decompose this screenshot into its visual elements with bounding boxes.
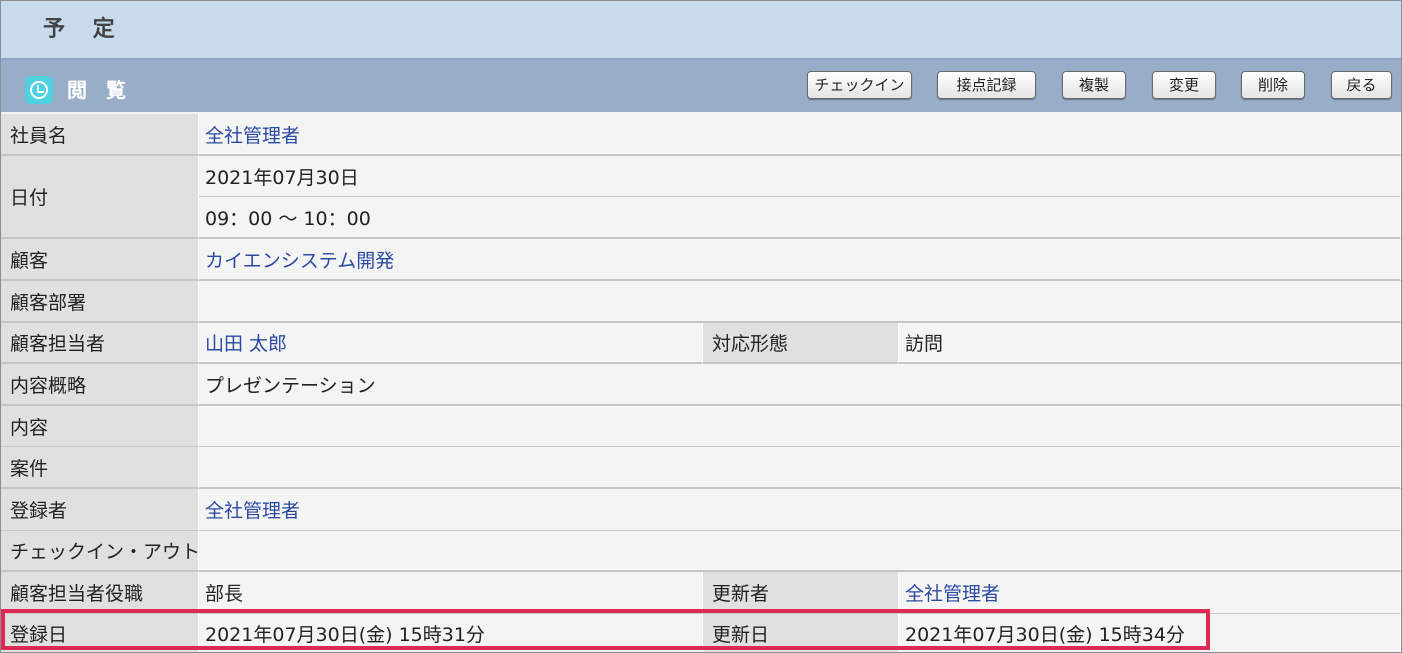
customer-contact-link[interactable]: 山田 太郎	[199, 323, 703, 364]
response-type-value: 訪問	[899, 323, 1401, 364]
registrant-link[interactable]: 全社管理者	[199, 489, 1401, 531]
employee-label: 社員名	[1, 114, 199, 156]
content-value	[199, 406, 1401, 447]
duplicate-button[interactable]: 複製	[1062, 71, 1126, 99]
employee-link[interactable]: 全社管理者	[199, 114, 1401, 156]
contact-record-button[interactable]: 接点記録	[937, 71, 1036, 99]
summary-label: 内容概略	[1, 364, 199, 406]
date-value: 2021年07月30日	[199, 156, 1401, 197]
checkin-button[interactable]: チェックイン	[807, 71, 912, 99]
check-in-out-value	[199, 531, 1401, 572]
summary-value: プレゼンテーション	[199, 364, 1401, 406]
project-value	[199, 447, 1401, 489]
schedule-window: 予 定 閲 覧 チェックイン 接点記録 複製 変更 削除 戻る 社員名 全社管理…	[0, 0, 1402, 653]
customer-label: 顧客	[1, 239, 199, 281]
delete-button[interactable]: 削除	[1241, 71, 1305, 99]
title-bar: 予 定	[1, 1, 1401, 60]
updated-date-label: 更新日	[703, 614, 899, 652]
date-label: 日付	[1, 156, 199, 239]
contact-position-label: 顧客担当者役職	[1, 572, 199, 614]
section-title: 閲 覧	[67, 78, 132, 102]
page-title: 予 定	[43, 17, 125, 42]
customer-link[interactable]: カイエンシステム開発	[199, 239, 1401, 281]
section-header: 閲 覧 チェックイン 接点記録 複製 変更 削除 戻る	[1, 60, 1401, 112]
content-label: 内容	[1, 406, 199, 447]
customer-dept-label: 顧客部署	[1, 281, 199, 323]
back-button[interactable]: 戻る	[1331, 71, 1392, 99]
response-type-label: 対応形態	[703, 323, 899, 364]
edit-button[interactable]: 変更	[1152, 71, 1216, 99]
project-label: 案件	[1, 447, 199, 489]
time-value: 09：00 〜 10：00	[199, 197, 1401, 239]
registered-date-value: 2021年07月30日(金) 15時31分	[199, 614, 703, 652]
registered-date-label: 登録日	[1, 614, 199, 652]
customer-dept-value	[199, 281, 1401, 323]
updater-link[interactable]: 全社管理者	[899, 572, 1401, 614]
contact-position-value: 部長	[199, 572, 703, 614]
clock-icon	[25, 76, 53, 104]
updater-label: 更新者	[703, 572, 899, 614]
customer-contact-label: 顧客担当者	[1, 323, 199, 364]
check-in-out-label: チェックイン・アウト	[1, 531, 200, 572]
registrant-label: 登録者	[1, 489, 199, 531]
updated-date-value: 2021年07月30日(金) 15時34分	[899, 614, 1401, 652]
